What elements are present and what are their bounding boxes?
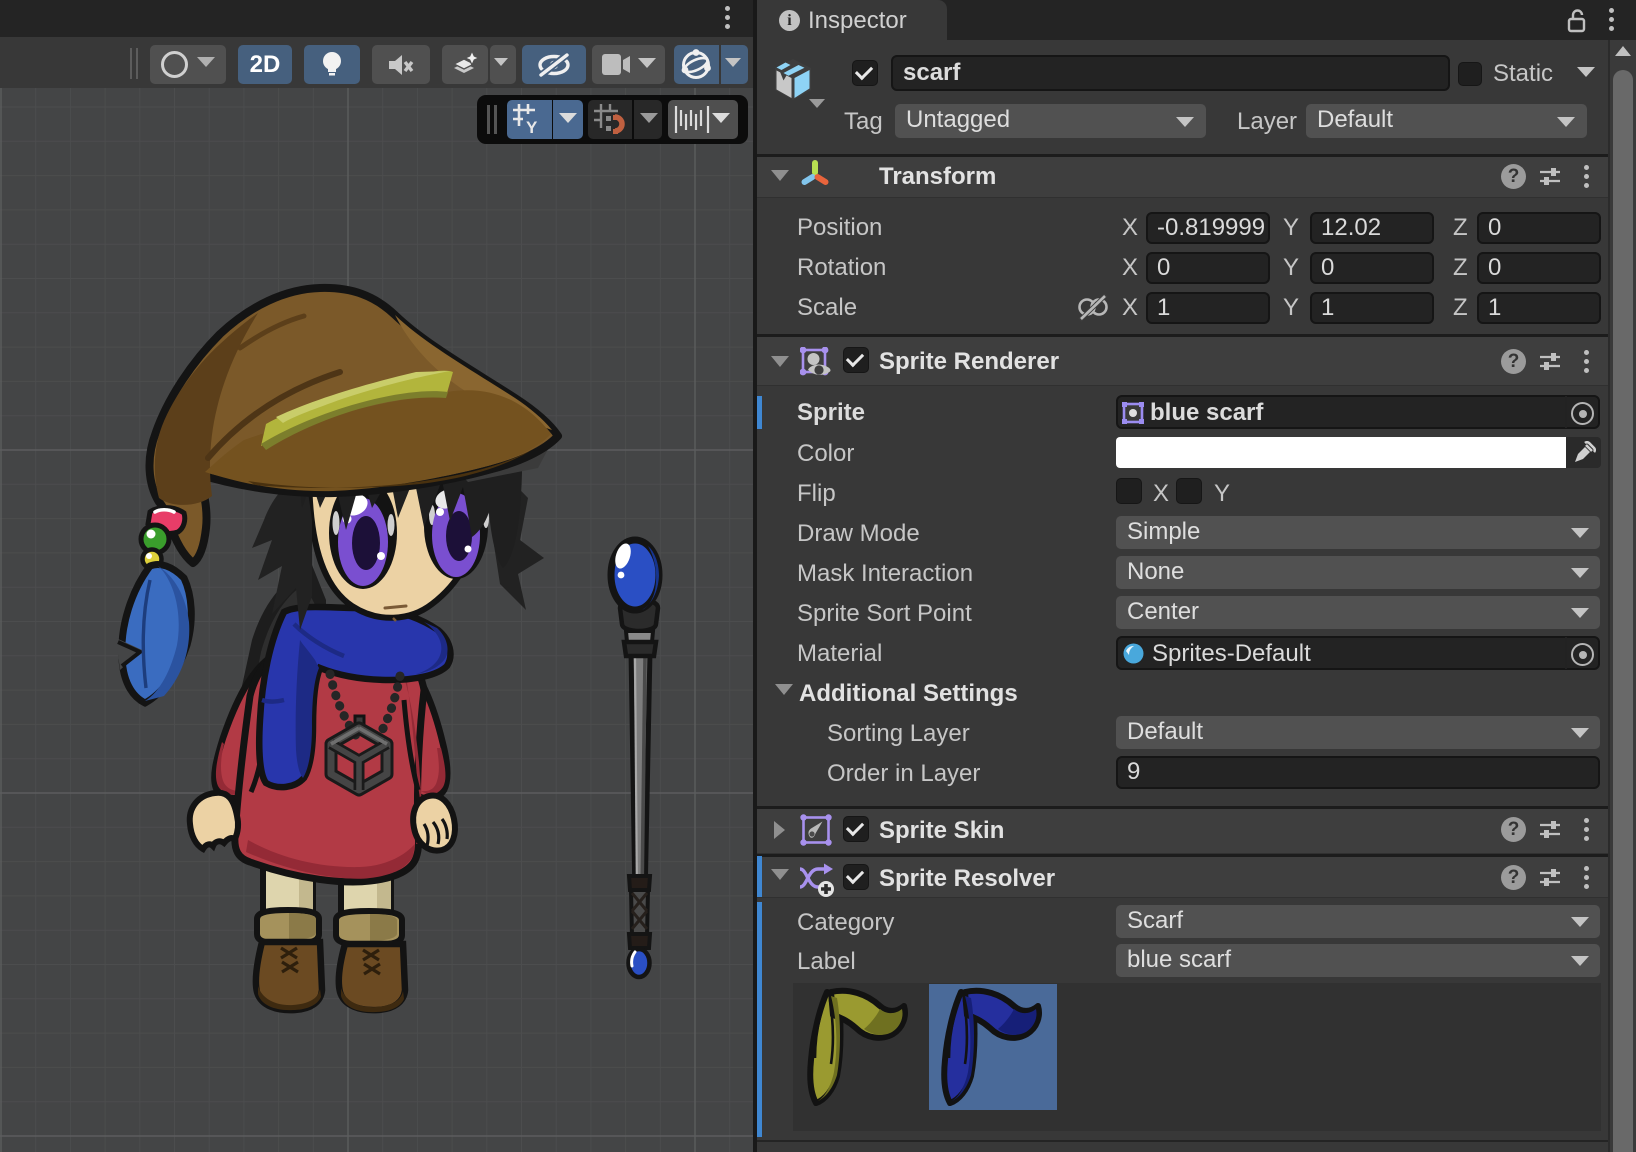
svg-text:Y: Y — [526, 118, 538, 135]
